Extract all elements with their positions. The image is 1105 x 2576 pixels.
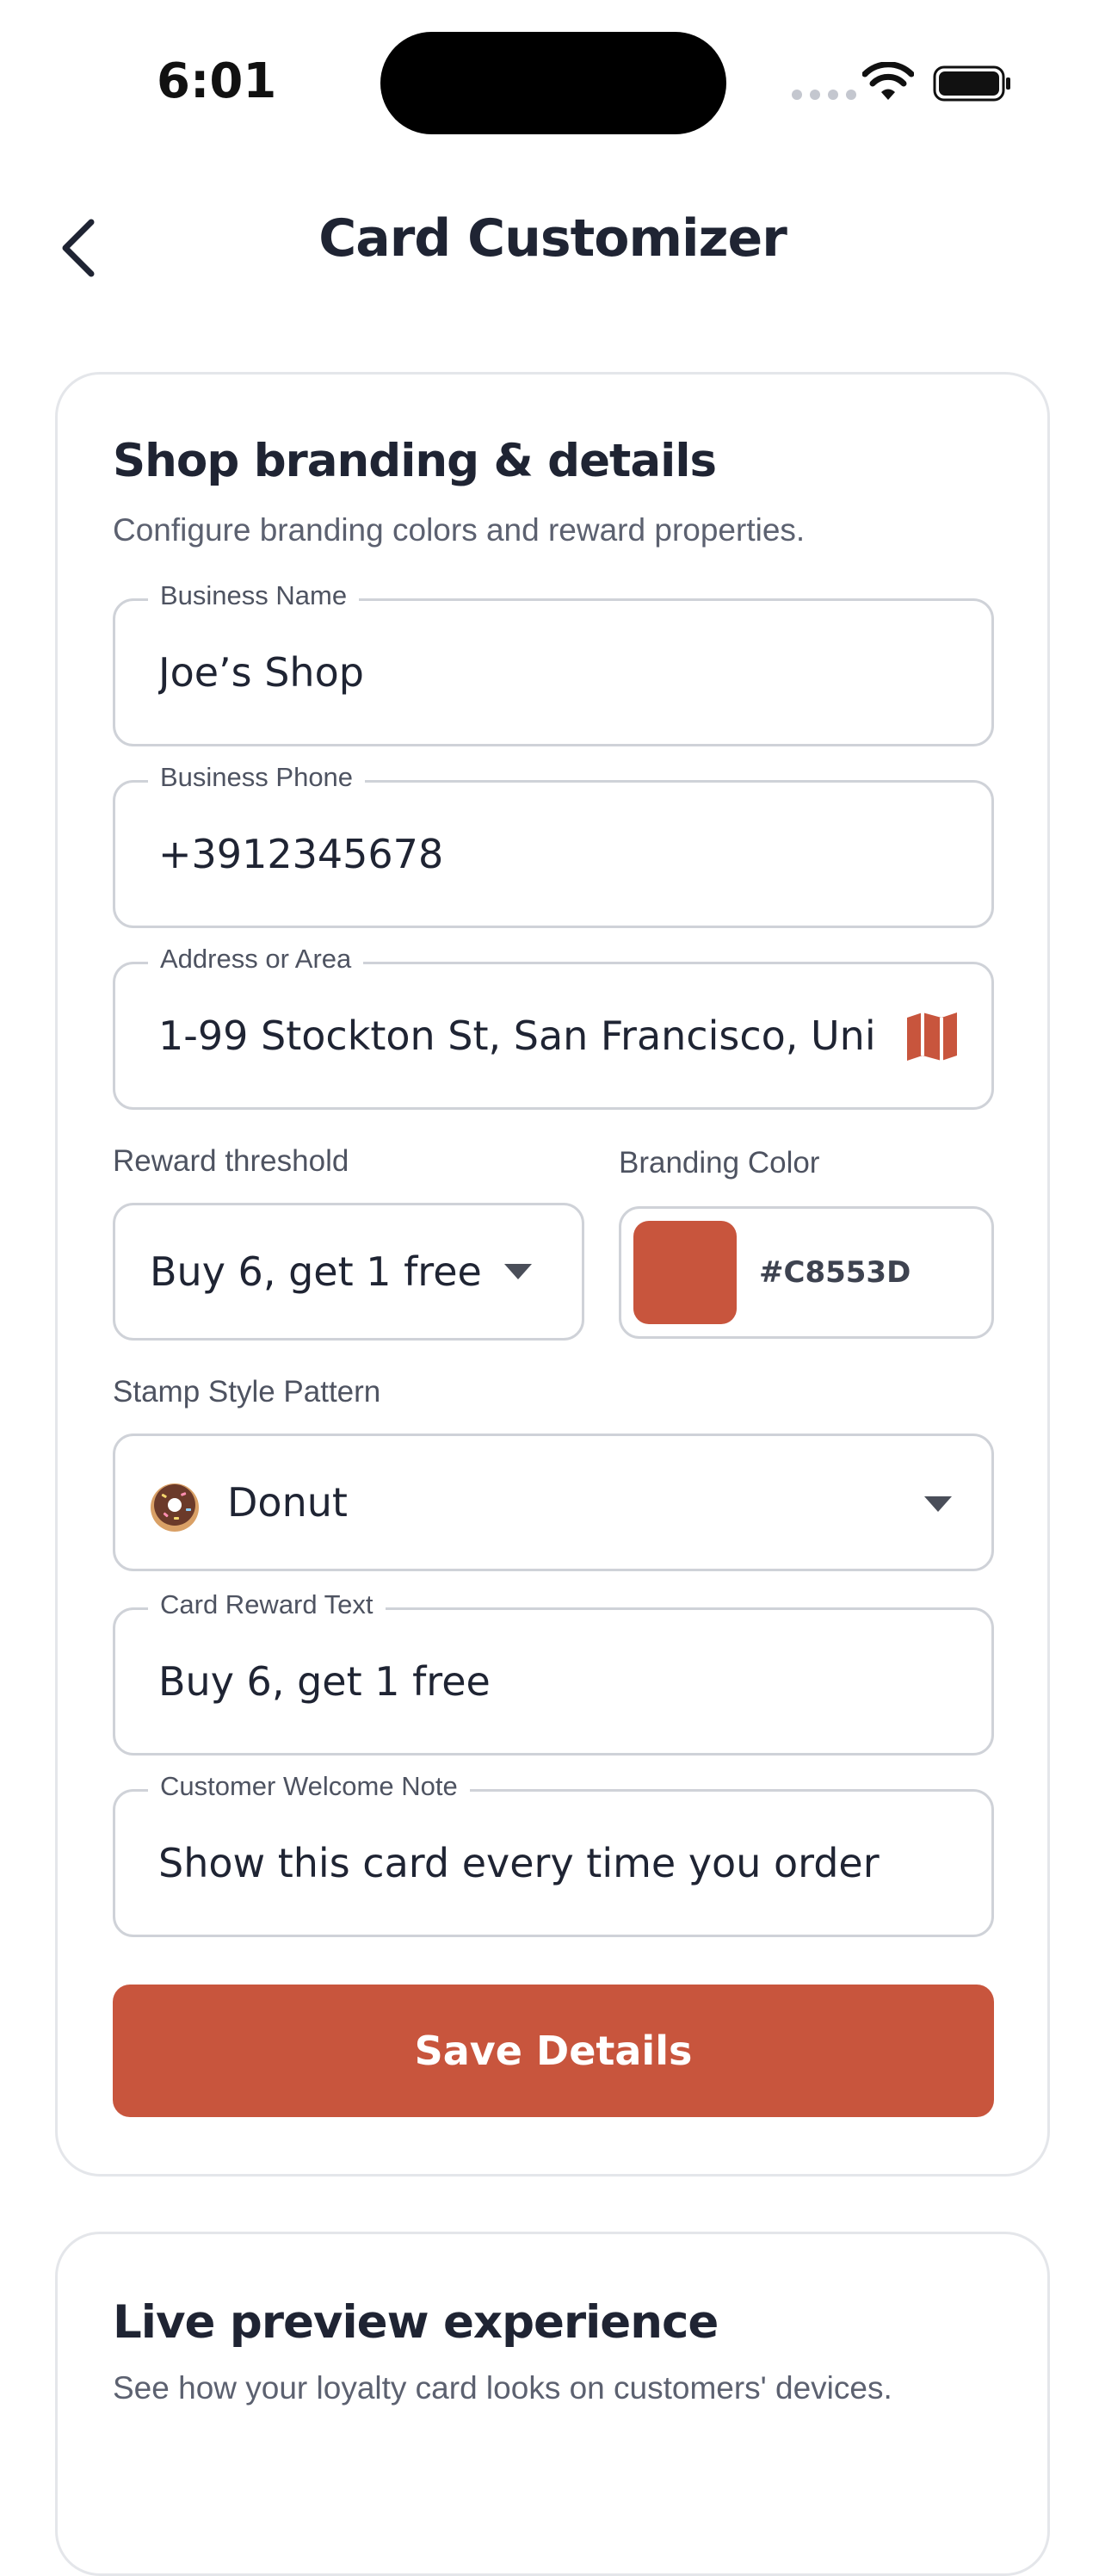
preview-subtitle: See how your loyalty card looks on custo… [113, 2370, 892, 2406]
reward-text-field[interactable]: Card Reward Text Buy 6, get 1 free [113, 1589, 994, 1756]
preview-title: Live preview experience [113, 2296, 719, 2349]
stamp-style-label: Stamp Style Pattern [113, 1375, 381, 1409]
branding-details-card: Shop branding & details Configure brandi… [55, 372, 1050, 2177]
business-phone-value[interactable]: +3912345678 [158, 831, 880, 877]
status-bar: 6:01 [0, 0, 1105, 164]
page-title: Card Customizer [318, 208, 787, 269]
reward-text-label: Card Reward Text [148, 1589, 386, 1620]
battery-icon [933, 65, 1010, 102]
welcome-note-value[interactable]: Show this card every time you order. [158, 1840, 880, 1886]
business-phone-label: Business Phone [148, 762, 366, 793]
branding-color-picker[interactable]: #C8553D [619, 1206, 994, 1339]
branding-color-label: Branding Color [619, 1146, 820, 1180]
reward-threshold-value: Buy 6, get 1 free [150, 1248, 482, 1295]
section-title: Shop branding & details [113, 435, 717, 487]
dropdown-caret-icon [924, 1496, 952, 1512]
reward-threshold-select[interactable]: Buy 6, get 1 free [113, 1203, 584, 1341]
reward-text-value[interactable]: Buy 6, get 1 free [158, 1658, 880, 1705]
address-label: Address or Area [148, 944, 364, 975]
stamp-style-value: Donut [227, 1479, 348, 1526]
dynamic-island [380, 32, 726, 134]
cellular-signal-icon [792, 90, 856, 100]
map-icon[interactable] [905, 1011, 959, 1062]
reward-threshold-label: Reward threshold [113, 1144, 349, 1178]
section-subtitle: Configure branding colors and reward pro… [113, 512, 806, 548]
stamp-style-select[interactable]: Donut [113, 1434, 994, 1571]
welcome-note-label: Customer Welcome Note [148, 1771, 470, 1802]
color-swatch[interactable] [633, 1221, 737, 1324]
color-hex-value: #C8553D [759, 1255, 911, 1290]
address-field[interactable]: Address or Area 1-99 Stockton St, San Fr… [113, 944, 994, 1110]
business-name-label: Business Name [148, 580, 360, 611]
wifi-icon [862, 62, 914, 100]
donut-icon [151, 1483, 199, 1532]
business-name-value[interactable]: Joe’s Shop [158, 649, 880, 696]
navigation-bar: Card Customizer [0, 164, 1105, 327]
welcome-note-field[interactable]: Customer Welcome Note Show this card eve… [113, 1771, 994, 1937]
dropdown-caret-icon [504, 1264, 532, 1279]
save-details-button[interactable]: Save Details [113, 1985, 994, 2117]
status-time: 6:01 [157, 53, 277, 109]
live-preview-card: Live preview experience See how your loy… [55, 2232, 1050, 2576]
business-name-field[interactable]: Business Name Joe’s Shop [113, 580, 994, 746]
business-phone-field[interactable]: Business Phone +3912345678 [113, 762, 994, 928]
address-value[interactable]: 1-99 Stockton St, San Francisco, Uni [158, 1012, 880, 1059]
